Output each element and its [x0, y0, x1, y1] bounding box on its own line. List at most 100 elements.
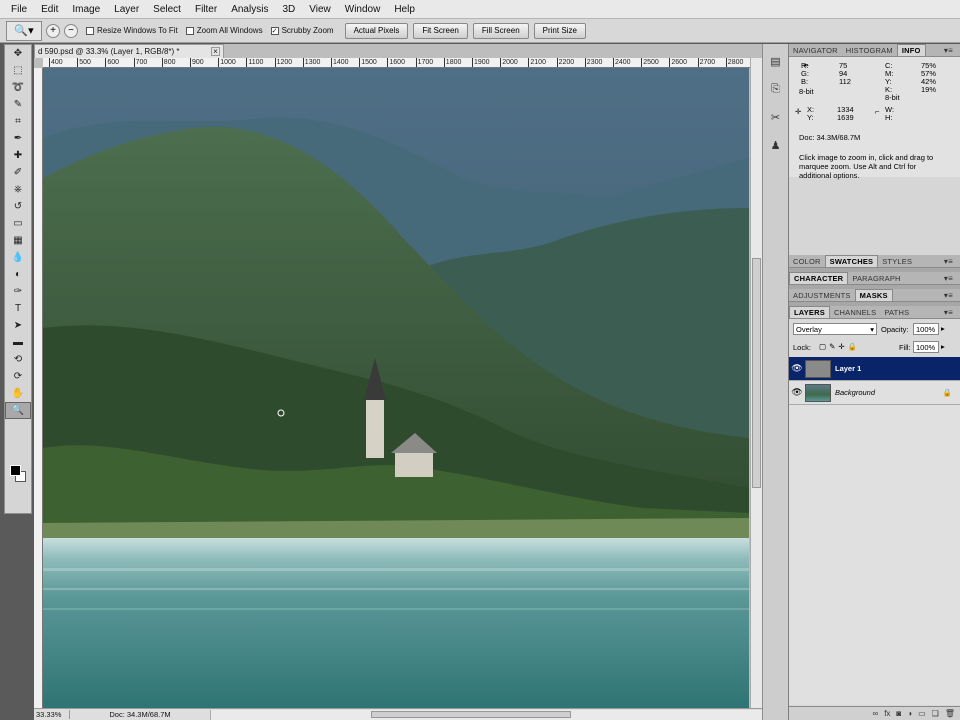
type-icon[interactable]: T [5, 300, 31, 317]
menu-item-window[interactable]: Window [338, 4, 388, 15]
tools-preset-icon[interactable]: ✂ [766, 106, 786, 128]
menu-item-filter[interactable]: Filter [188, 4, 224, 15]
opacity-field[interactable]: 100% [913, 323, 939, 335]
layer-row[interactable]: 👁 Layer 1 [789, 357, 960, 381]
lock-icons[interactable]: ▢✎✛🔒 [819, 342, 860, 351]
new-layer-icon[interactable]: ❏ [932, 709, 939, 718]
checkbox-box[interactable] [185, 26, 194, 35]
chevron-right-icon[interactable]: ▸ [941, 342, 945, 351]
checkbox-box[interactable]: ✓ [270, 26, 279, 35]
panel-menu-icon[interactable]: ▾≡ [940, 45, 957, 56]
chevron-right-icon[interactable]: ▸ [941, 324, 945, 333]
eraser-icon[interactable]: ▭ [5, 215, 31, 232]
tool-preset-picker[interactable]: 🔍 ▾ [6, 20, 42, 41]
clone-stamp-icon[interactable]: ⎈ [5, 181, 31, 198]
3d-rotate-icon[interactable]: ⟲ [5, 351, 31, 368]
checkbox-box[interactable] [86, 26, 94, 35]
mini-bridge-icon[interactable]: ▤ [766, 50, 786, 72]
tab-paragraph[interactable]: PARAGRAPH [848, 273, 904, 284]
image-canvas[interactable] [43, 68, 749, 708]
panel-menu-icon[interactable]: ▾≡ [940, 273, 957, 284]
zoom-icon[interactable]: 🔍 [5, 402, 31, 419]
lasso-icon[interactable]: ➰ [5, 79, 31, 96]
gradient-icon[interactable]: ▦ [5, 232, 31, 249]
dodge-icon[interactable]: ◐ [5, 266, 31, 283]
bit-depth-right: 8-bit [885, 93, 900, 102]
ruler-tick: 800 [161, 58, 176, 67]
tab-color[interactable]: COLOR [789, 256, 825, 267]
layer-row[interactable]: 👁 Background 🔒 [789, 381, 960, 405]
path-select-icon[interactable]: ➤ [5, 317, 31, 334]
print-size-button[interactable]: Print Size [533, 22, 586, 39]
history-brush-icon[interactable]: ↺ [5, 198, 31, 215]
move-icon[interactable]: ✥ [5, 45, 31, 62]
fit-screen-button[interactable]: Fit Screen [413, 22, 468, 39]
tab-masks[interactable]: MASKS [854, 289, 893, 301]
scroll-thumb[interactable] [371, 710, 571, 718]
crop-icon[interactable]: ⌗ [5, 113, 31, 130]
panel-menu-icon[interactable]: ▾≡ [940, 256, 957, 267]
panel-menu-icon[interactable]: ▾≡ [940, 290, 957, 301]
info-hint: Click image to zoom in, click and drag t… [799, 153, 934, 180]
tab-paths[interactable]: PATHS [880, 307, 913, 318]
lock-icon: 🔒 [942, 388, 952, 397]
zoom-out-icon[interactable]: − [64, 23, 78, 38]
menu-item-3d[interactable]: 3D [275, 4, 302, 15]
vertical-scrollbar[interactable] [750, 58, 762, 708]
ruler-tick: 400 [49, 58, 63, 67]
zoom-level-field[interactable]: 33.33% [34, 710, 70, 719]
zoom-in-icon[interactable]: + [46, 23, 60, 38]
panel-menu-icon[interactable]: ▾≡ [940, 307, 957, 318]
foreground-color-swatch[interactable] [10, 465, 21, 476]
menu-item-layer[interactable]: Layer [107, 4, 146, 15]
tab-adjustments[interactable]: ADJUSTMENTS [789, 290, 855, 301]
tab-character[interactable]: CHARACTER [789, 272, 849, 284]
menu-item-view[interactable]: View [302, 4, 338, 15]
pen-icon[interactable]: ✑ [5, 283, 31, 300]
doc-size-info[interactable]: Doc: 34.3M/68.7M [70, 710, 210, 719]
3d-orbit-icon[interactable]: ⟳ [5, 368, 31, 385]
tab-styles[interactable]: STYLES [878, 256, 916, 267]
fill-screen-button[interactable]: Fill Screen [472, 22, 529, 39]
hand-icon[interactable]: ✋ [5, 385, 31, 402]
fill-field[interactable]: 100% [913, 341, 939, 353]
close-icon[interactable]: × [211, 47, 220, 56]
tab-info[interactable]: INFO [896, 44, 926, 56]
checkbox-2[interactable]: ✓ Scrubby Zoom [270, 26, 334, 35]
trash-icon[interactable]: 🗑 [945, 709, 955, 718]
adjustment-layer-icon[interactable]: ◑ [907, 709, 912, 718]
menu-item-help[interactable]: Help [387, 4, 422, 15]
checkbox-1[interactable]: Zoom All Windows [185, 26, 263, 35]
blend-mode-select[interactable]: Overlay ▾ [793, 323, 877, 335]
marquee-icon[interactable]: ⬚ [5, 62, 31, 79]
healing-brush-icon[interactable]: ✚ [5, 147, 31, 164]
shape-icon[interactable]: ▬ [5, 334, 31, 351]
tab-channels[interactable]: CHANNELS [830, 307, 880, 318]
fx-icon[interactable]: fx [884, 709, 890, 718]
clone-source-icon[interactable]: ♟ [766, 134, 786, 156]
horizontal-scrollbar[interactable] [210, 709, 762, 720]
tab-navigator[interactable]: NAVIGATOR [789, 45, 842, 56]
menu-item-select[interactable]: Select [146, 4, 188, 15]
blur-icon[interactable]: 💧 [5, 249, 31, 266]
menu-item-image[interactable]: Image [65, 4, 107, 15]
new-group-icon[interactable]: ▭ [918, 709, 926, 718]
history-icon[interactable]: ⎘ [766, 78, 786, 100]
link-layers-icon[interactable]: ∞ [872, 709, 878, 718]
document-tab[interactable]: d 590.psd @ 33.3% (Layer 1, RGB/8*) * × [34, 44, 224, 58]
scroll-thumb[interactable] [752, 258, 761, 488]
checkbox-0[interactable]: Resize Windows To Fit [86, 26, 178, 35]
add-mask-icon[interactable]: ◙ [896, 709, 901, 718]
menu-item-file[interactable]: File [4, 4, 34, 15]
eyedropper-icon[interactable]: ✒ [5, 130, 31, 147]
quick-select-icon[interactable]: ✎ [5, 96, 31, 113]
actual-pixels-button[interactable]: Actual Pixels [344, 22, 409, 39]
eye-icon[interactable]: 👁 [789, 363, 805, 374]
tab-swatches[interactable]: SWATCHES [824, 255, 879, 267]
eye-icon[interactable]: 👁 [789, 387, 805, 398]
menu-item-analysis[interactable]: Analysis [224, 4, 275, 15]
tab-layers[interactable]: LAYERS [789, 306, 830, 318]
brush-icon[interactable]: ✐ [5, 164, 31, 181]
menu-item-edit[interactable]: Edit [34, 4, 65, 15]
tab-histogram[interactable]: HISTOGRAM [842, 45, 897, 56]
